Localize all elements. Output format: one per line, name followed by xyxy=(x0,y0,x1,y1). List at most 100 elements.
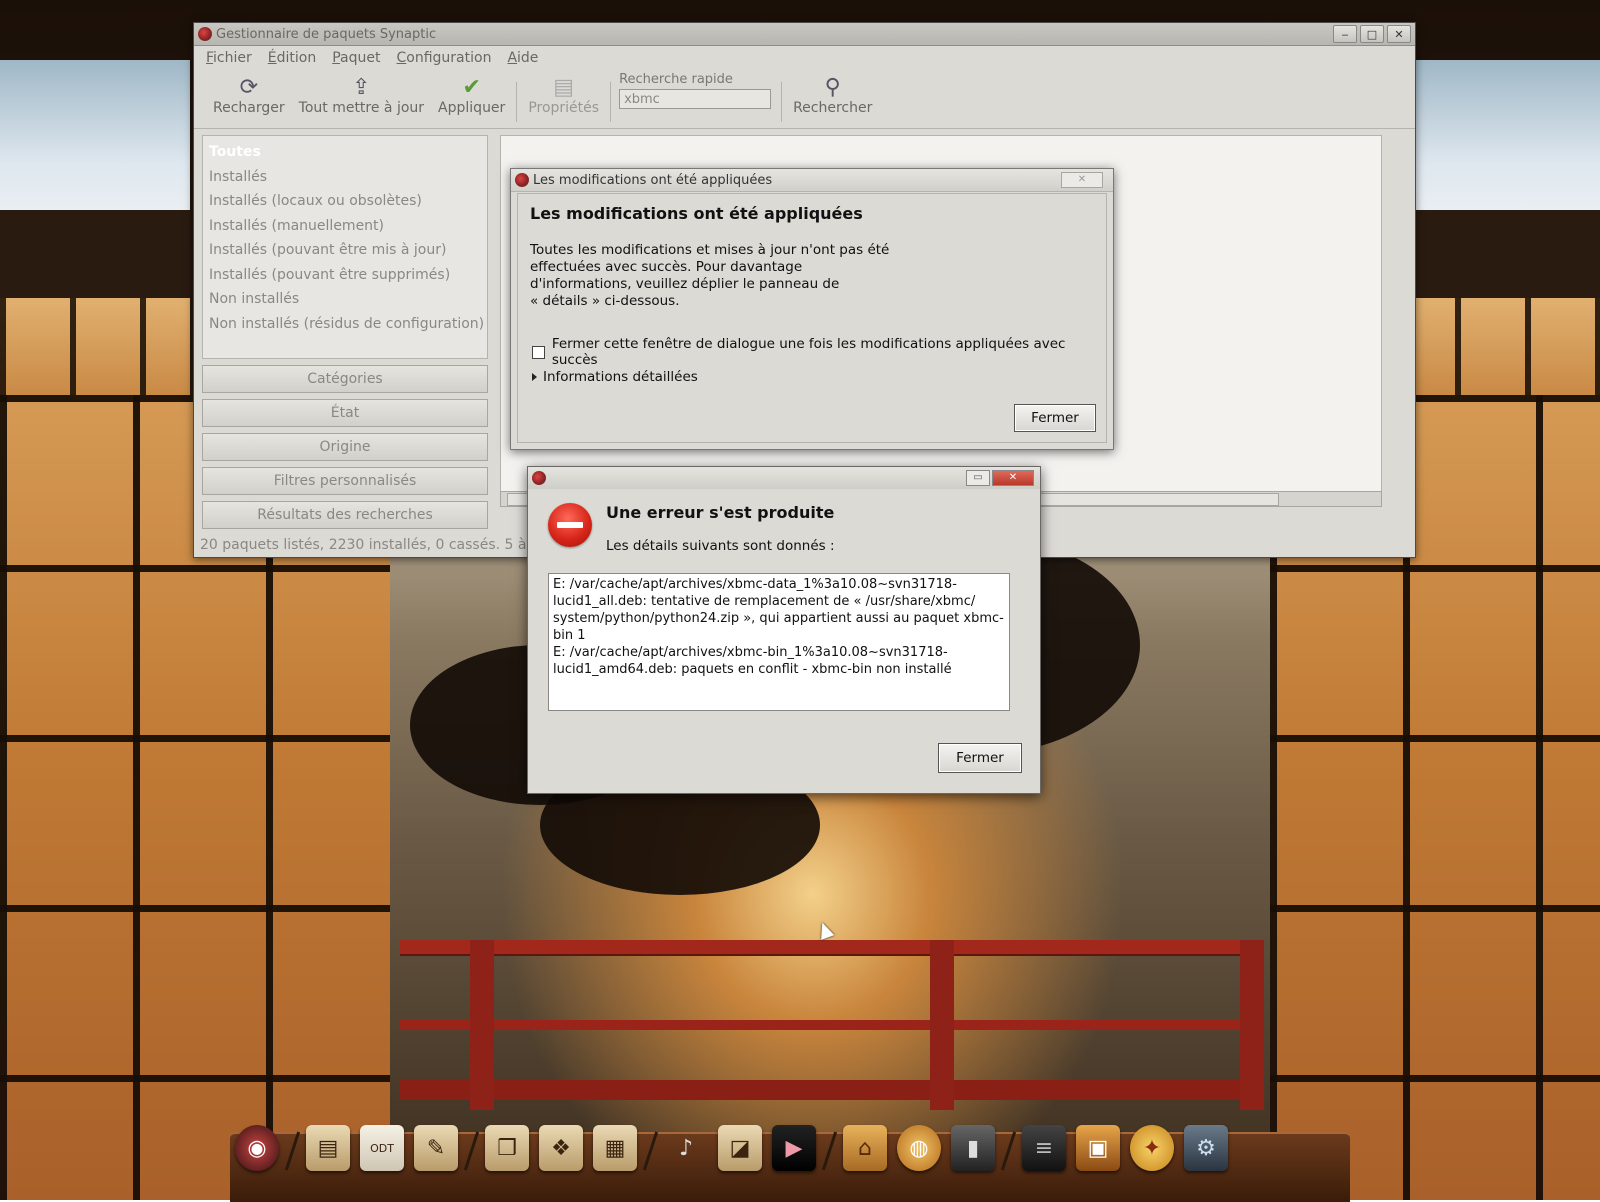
dock: ◉ ▤ ODT ✎ ❒ ❖ ▦ ♪ ◪ ▶ ⌂ ◍ ▮ ≡ ▣ ✦ ⚙ xyxy=(235,1125,1228,1171)
filter-item-residual-config[interactable]: Non installés (résidus de configuration) xyxy=(203,312,487,337)
dock-film-icon[interactable]: ▦ xyxy=(593,1125,637,1171)
message-line: effectuées avec succès. Pour davantage xyxy=(530,259,803,275)
dock-separator xyxy=(284,1131,301,1171)
dialog-content: Les modifications ont été appliquées Tou… xyxy=(517,193,1107,443)
dock-house-icon[interactable]: ⌂ xyxy=(843,1125,887,1171)
filter-item-installed[interactable]: Installés xyxy=(203,165,487,190)
search-label: Rechercher xyxy=(793,100,873,116)
toolbar-separator xyxy=(610,82,612,122)
dock-instrument-icon[interactable]: ♪ xyxy=(664,1125,708,1171)
quick-search-input[interactable] xyxy=(619,89,772,109)
error-heading: Une erreur s'est produite xyxy=(606,503,835,522)
wallpaper-upper-shoji-right xyxy=(1385,298,1600,395)
statusbar: 20 paquets listés, 2230 installés, 0 cas… xyxy=(200,537,557,553)
checkmark-icon: ✔ xyxy=(462,75,481,100)
maximize-button[interactable]: □ xyxy=(1360,25,1384,43)
synaptic-app-icon xyxy=(532,471,546,485)
dock-video-icon[interactable]: ▶ xyxy=(772,1125,816,1171)
wallpaper-window-glass-left xyxy=(0,60,190,210)
dock-box-icon[interactable]: ▣ xyxy=(1076,1125,1120,1171)
mark-all-upgrades-label: Tout mettre à jour xyxy=(298,100,425,116)
categories-button[interactable]: Catégories xyxy=(202,365,488,393)
quick-search: Recherche rapide xyxy=(619,72,772,109)
dock-scroll-icon[interactable]: ❖ xyxy=(539,1125,583,1171)
dialog-message: Toutes les modifications et mises à jour… xyxy=(530,242,930,310)
upgrade-icon: ⇪ xyxy=(352,75,371,100)
filter-item-all[interactable]: Toutes xyxy=(203,140,487,165)
dock-separator xyxy=(463,1131,480,1171)
filter-item-not-installed[interactable]: Non installés xyxy=(203,287,487,312)
main-titlebar[interactable]: Gestionnaire de paquets Synaptic ‒ □ ✕ xyxy=(194,23,1415,46)
search-button[interactable]: ⚲ Rechercher xyxy=(793,75,873,117)
dock-separator xyxy=(1000,1131,1017,1171)
mark-all-upgrades-button[interactable]: ⇪ Tout mettre à jour xyxy=(298,75,425,117)
error-dialog-content: Une erreur s'est produite Les détails su… xyxy=(534,491,1034,787)
close-on-success-checkbox[interactable]: Fermer cette fenêtre de dialogue une foi… xyxy=(532,336,1106,368)
checkbox-label: Fermer cette fenêtre de dialogue une foi… xyxy=(551,336,1066,368)
dock-separator xyxy=(642,1131,659,1171)
search-results-button[interactable]: Résultats des recherches xyxy=(202,501,488,529)
error-close-button[interactable]: Fermer xyxy=(938,743,1022,773)
custom-filters-button[interactable]: Filtres personnalisés xyxy=(202,467,488,495)
close-icon[interactable]: ✕ xyxy=(992,470,1034,486)
dock-terminal-icon[interactable]: ≡ xyxy=(1022,1125,1066,1171)
quick-search-label: Recherche rapide xyxy=(619,72,733,87)
wallpaper-railing-top xyxy=(400,940,1255,954)
filter-item-installed-local[interactable]: Installés (locaux ou obsolètes) xyxy=(203,189,487,214)
reload-label: Recharger xyxy=(213,100,285,116)
close-window-button[interactable]: ✕ xyxy=(1387,25,1411,43)
minimize-button[interactable]: ‒ xyxy=(1333,25,1357,43)
status-button[interactable]: État xyxy=(202,399,488,427)
menu-fichier[interactable]: Fichier xyxy=(206,50,252,66)
dock-separator xyxy=(821,1131,838,1171)
menu-paquet[interactable]: Paquet xyxy=(332,50,380,66)
details-expander[interactable]: Informations détaillées xyxy=(532,369,698,385)
origin-button[interactable]: Origine xyxy=(202,433,488,461)
dock-odt-icon[interactable]: ODT xyxy=(360,1125,404,1171)
binoculars-icon: ⚲ xyxy=(824,75,841,100)
properties-button[interactable]: ▤ Propriétés xyxy=(528,76,599,117)
synaptic-app-icon xyxy=(198,27,212,41)
dock-settings-icon[interactable]: ⚙ xyxy=(1184,1125,1228,1171)
error-dialog: ▭ ✕ Une erreur s'est produite Les détail… xyxy=(527,466,1041,794)
filter-item-upgradable[interactable]: Installés (pouvant être mis à jour) xyxy=(203,238,487,263)
wallpaper-railing-post xyxy=(930,940,954,1110)
dock-lantern-icon[interactable]: ▮ xyxy=(951,1125,995,1171)
menu-edition[interactable]: Édition xyxy=(268,50,316,66)
synaptic-app-icon xyxy=(515,173,529,187)
dock-folder-icon[interactable]: ❒ xyxy=(485,1125,529,1171)
error-dialog-titlebar[interactable]: ▭ ✕ xyxy=(528,467,1040,489)
menu-aide[interactable]: Aide xyxy=(507,50,538,66)
dock-document-icon[interactable]: ▤ xyxy=(306,1125,350,1171)
toolbar-separator xyxy=(781,82,783,122)
window-controls: ‒ □ ✕ xyxy=(1333,25,1411,43)
dock-app-icon[interactable]: ◉ xyxy=(235,1125,279,1171)
wallpaper-window-glass-right xyxy=(1385,60,1600,210)
maximize-icon[interactable]: ▭ xyxy=(966,470,990,486)
dock-gift-icon[interactable]: ✦ xyxy=(1130,1125,1174,1171)
dialog-title: Les modifications ont été appliquées xyxy=(533,172,773,188)
menubar: Fichier Édition Paquet Configuration Aid… xyxy=(194,46,1415,70)
filter-item-installed-manual[interactable]: Installés (manuellement) xyxy=(203,214,487,239)
wallpaper-railing-post xyxy=(470,940,494,1110)
close-icon[interactable]: ✕ xyxy=(1061,172,1103,188)
toolbar-separator xyxy=(516,82,518,122)
expander-arrow-icon xyxy=(532,373,537,381)
dock-notes-icon[interactable]: ✎ xyxy=(414,1125,458,1171)
error-details-textview[interactable]: E: /var/cache/apt/archives/xbmc-data_1%3… xyxy=(548,573,1010,711)
dock-photos-icon[interactable]: ◪ xyxy=(718,1125,762,1171)
wallpaper-railing-bottom xyxy=(400,1080,1255,1100)
apply-button[interactable]: ✔ Appliquer xyxy=(438,75,505,117)
close-button[interactable]: Fermer xyxy=(1014,404,1096,432)
checkbox-box[interactable] xyxy=(532,345,545,359)
menu-configuration[interactable]: Configuration xyxy=(397,50,492,66)
changes-applied-dialog: Les modifications ont été appliquées ✕ L… xyxy=(510,168,1114,450)
toolbar: ⟳ Recharger ⇪ Tout mettre à jour ✔ Appli… xyxy=(194,70,1415,129)
expander-label: Informations détaillées xyxy=(543,369,698,385)
error-dialog-window-controls: ▭ ✕ xyxy=(966,470,1034,486)
dialog-titlebar[interactable]: Les modifications ont été appliquées ✕ xyxy=(511,169,1113,192)
filter-item-autoremovable[interactable]: Installés (pouvant être supprimés) xyxy=(203,263,487,288)
reload-button[interactable]: ⟳ Recharger xyxy=(213,76,285,117)
dock-globe-icon[interactable]: ◍ xyxy=(897,1125,941,1171)
wallpaper-railing-mid xyxy=(400,1020,1255,1030)
